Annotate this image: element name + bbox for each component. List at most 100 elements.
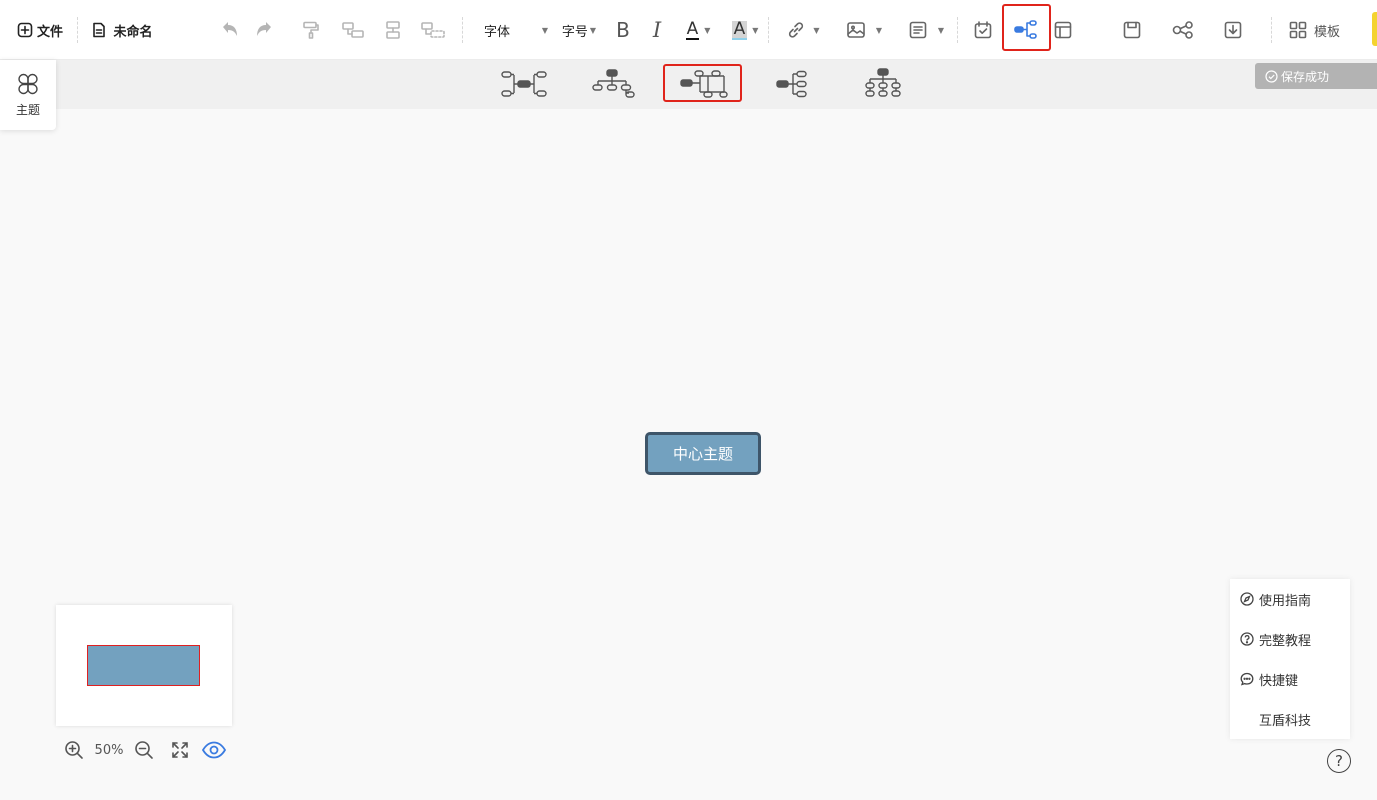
central-topic-node[interactable]: 中心主题 bbox=[645, 432, 761, 475]
font-color-button[interactable]: A ▼ bbox=[681, 0, 715, 60]
insert-sibling-topic-button[interactable] bbox=[380, 0, 406, 60]
top-toolbar: 文件 未命名 字体 ▼ 字号 ▼ B I A ▼ A ▼ ▼ ▼ ▼ 模板 bbox=[0, 0, 1377, 60]
save-status-text: 保存成功 bbox=[1281, 69, 1330, 84]
chevron-down-icon: ▼ bbox=[752, 25, 759, 35]
font-family-label: 字体 bbox=[484, 24, 511, 40]
font-color-icon: A bbox=[685, 18, 700, 40]
right-tree-structure-icon bbox=[680, 70, 728, 98]
question-circle-icon bbox=[1240, 632, 1254, 646]
structure-option-org-down[interactable] bbox=[574, 63, 652, 105]
divider bbox=[77, 17, 78, 43]
redo-icon bbox=[257, 22, 271, 36]
insert-image-button[interactable]: ▼ bbox=[841, 0, 887, 60]
document-title[interactable]: 未命名 bbox=[86, 0, 158, 60]
file-menu-label: 文件 bbox=[36, 24, 63, 40]
font-family-select[interactable]: 字体 ▼ bbox=[484, 0, 548, 60]
export-button[interactable] bbox=[1220, 0, 1246, 60]
help-item-full-tutorial[interactable]: 完整教程 bbox=[1230, 619, 1350, 659]
save-status-badge: 保存成功 bbox=[1255, 63, 1377, 89]
zoom-in-button[interactable] bbox=[60, 736, 88, 764]
template-button[interactable]: 模板 bbox=[1284, 0, 1344, 60]
save-button[interactable] bbox=[1119, 0, 1145, 60]
undo-icon bbox=[223, 22, 237, 36]
download-icon bbox=[1224, 21, 1242, 39]
italic-icon: I bbox=[652, 18, 662, 42]
insert-child-topic-button[interactable] bbox=[339, 0, 367, 60]
grid-icon bbox=[1289, 21, 1307, 39]
floating-topic-icon bbox=[421, 22, 445, 38]
minimap-viewport[interactable] bbox=[87, 645, 200, 686]
insert-note-button[interactable]: ▼ bbox=[903, 0, 949, 60]
expand-icon bbox=[172, 742, 188, 758]
chevron-down-icon: ▼ bbox=[875, 25, 883, 35]
link-icon bbox=[789, 22, 804, 38]
theme-panel-label: 主题 bbox=[15, 102, 40, 117]
help-item-shortcuts[interactable]: 快捷键 bbox=[1230, 659, 1350, 699]
mindmap-structure-icon bbox=[501, 71, 547, 97]
chevron-down-icon: ▼ bbox=[937, 25, 945, 35]
insert-task-button[interactable] bbox=[970, 0, 996, 60]
layout-button[interactable] bbox=[1050, 0, 1076, 60]
highlight-color-icon: A bbox=[731, 18, 748, 40]
structure-option-right-tree[interactable] bbox=[664, 63, 742, 105]
chevron-down-icon: ▼ bbox=[541, 25, 548, 35]
fit-screen-button[interactable] bbox=[166, 736, 194, 764]
file-menu-button[interactable]: 文件 bbox=[12, 0, 68, 60]
font-size-label: 字号 bbox=[561, 24, 588, 40]
help-item-label: 使用指南 bbox=[1259, 593, 1312, 609]
italic-button[interactable]: I bbox=[646, 0, 668, 60]
divider bbox=[1271, 17, 1272, 43]
layout-icon bbox=[1054, 21, 1072, 39]
help-menu: 使用指南 完整教程 快捷键 互盾科技 bbox=[1230, 579, 1350, 739]
check-circle-icon bbox=[1265, 69, 1278, 83]
highlight-color-button[interactable]: A ▼ bbox=[728, 0, 762, 60]
minimap[interactable] bbox=[56, 605, 232, 726]
structure-option-org-tiered[interactable] bbox=[844, 63, 922, 105]
share-icon bbox=[1172, 21, 1193, 39]
help-item-label: 快捷键 bbox=[1259, 673, 1299, 689]
zoom-controls: 50% bbox=[60, 736, 228, 764]
org-chart-down-icon bbox=[592, 69, 635, 98]
divider bbox=[768, 17, 769, 43]
chevron-down-icon: ▼ bbox=[704, 25, 711, 35]
zoom-in-icon bbox=[65, 741, 83, 759]
bold-icon: B bbox=[616, 18, 630, 42]
redo-button[interactable] bbox=[252, 0, 278, 60]
help-button[interactable]: ? bbox=[1327, 749, 1351, 773]
toggle-minimap-button[interactable] bbox=[200, 736, 228, 764]
font-size-select[interactable]: 字号 ▼ bbox=[558, 0, 600, 60]
help-item-user-guide[interactable]: 使用指南 bbox=[1230, 579, 1350, 619]
bold-button[interactable]: B bbox=[611, 0, 635, 60]
chevron-down-icon: ▼ bbox=[813, 25, 820, 35]
insert-link-button[interactable]: ▼ bbox=[781, 0, 825, 60]
save-icon bbox=[1123, 21, 1141, 39]
undo-button[interactable] bbox=[216, 0, 242, 60]
insert-floating-topic-button[interactable] bbox=[418, 0, 448, 60]
logic-right-icon bbox=[776, 70, 807, 98]
share-button[interactable] bbox=[1169, 0, 1197, 60]
format-painter-button[interactable] bbox=[298, 0, 324, 60]
structure-button[interactable] bbox=[1004, 0, 1048, 60]
structure-option-mindmap[interactable] bbox=[485, 63, 563, 105]
note-icon bbox=[909, 21, 927, 39]
format-painter-icon bbox=[303, 21, 319, 39]
theme-icon bbox=[18, 73, 38, 94]
document-icon bbox=[93, 22, 106, 38]
eye-icon bbox=[201, 741, 227, 759]
child-topic-icon bbox=[342, 22, 364, 38]
template-label: 模板 bbox=[1313, 24, 1340, 40]
structure-tree-icon bbox=[1014, 20, 1037, 39]
image-icon bbox=[847, 22, 865, 38]
zoom-out-button[interactable] bbox=[130, 736, 158, 764]
help-item-label: 完整教程 bbox=[1259, 633, 1312, 649]
divider bbox=[462, 17, 463, 43]
structure-option-logic-right[interactable] bbox=[754, 63, 832, 105]
theme-panel-button[interactable]: 主题 bbox=[0, 60, 56, 130]
help-item-company[interactable]: 互盾科技 bbox=[1230, 699, 1350, 739]
upgrade-tab[interactable] bbox=[1372, 12, 1377, 46]
chat-bubble-icon bbox=[1240, 672, 1254, 686]
help-item-label: 互盾科技 bbox=[1259, 713, 1312, 729]
structure-options-bar bbox=[0, 60, 1377, 109]
calendar-check-icon bbox=[974, 21, 992, 39]
chevron-down-icon: ▼ bbox=[589, 25, 597, 35]
